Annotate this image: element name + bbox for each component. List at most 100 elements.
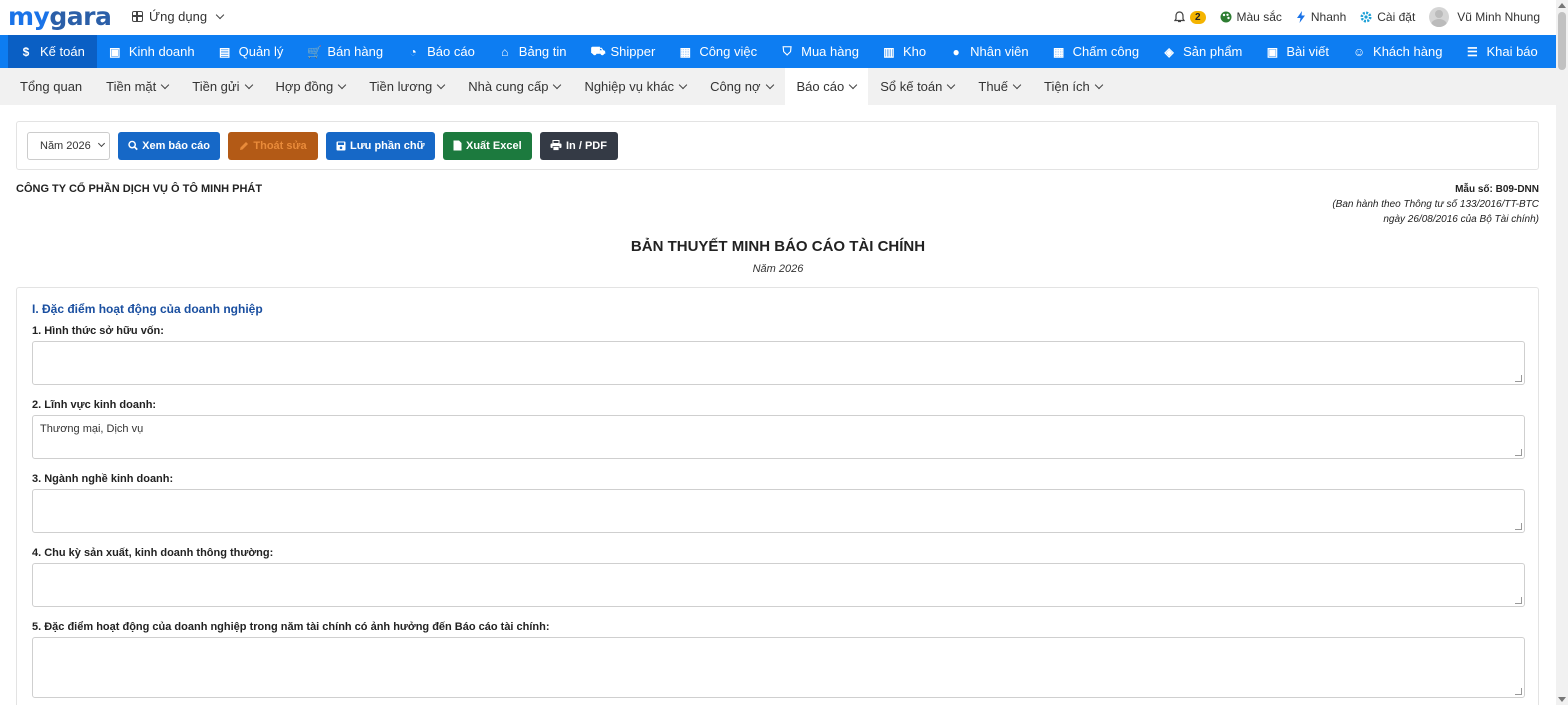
sub-nav-item[interactable]: Thuế (966, 68, 1032, 105)
sub-nav-item[interactable]: Hợp đồng (264, 68, 358, 105)
main-nav-item[interactable]: ▥ Kho (871, 35, 938, 68)
main-nav-item[interactable]: ▤ Quản lý (207, 35, 296, 68)
main-nav-item[interactable]: 🛒 Bán hàng (295, 35, 395, 68)
scroll-up-icon[interactable] (1558, 3, 1566, 8)
nav-icon: ☺ (1353, 44, 1366, 59)
file-excel-icon (453, 140, 462, 151)
save-text-button[interactable]: Lưu phần chữ (326, 131, 435, 160)
notification-badge: 2 (1189, 10, 1206, 24)
main-nav-item[interactable]: ▦ Chấm công (1041, 35, 1151, 68)
sub-nav-item[interactable]: Tiền mặt (94, 68, 180, 105)
exit-edit-button[interactable]: Thoát sửa (228, 131, 318, 160)
main-nav-item[interactable]: ⛉ Mua hàng (769, 35, 871, 68)
resize-handle-icon[interactable] (1515, 449, 1522, 456)
main-nav-item[interactable]: ⛟ Shipper (579, 35, 668, 68)
view-report-button[interactable]: Xem báo cáo (118, 131, 220, 160)
main-nav-item[interactable]: ● Nhân viên (938, 35, 1041, 68)
print-pdf-button[interactable]: In / PDF (540, 131, 618, 160)
sub-nav-label: Nghiệp vụ khác (584, 79, 675, 94)
nav-label: Nhân viên (970, 44, 1029, 59)
print-pdf-label: In / PDF (566, 139, 607, 152)
resize-handle-icon[interactable] (1515, 597, 1522, 604)
apps-menu[interactable]: Ứng dụng (132, 9, 225, 24)
resize-handle-icon[interactable] (1515, 688, 1522, 695)
export-excel-button[interactable]: Xuất Excel (443, 131, 532, 160)
nav-label: Công việc (699, 44, 758, 59)
page-scrollbar[interactable] (1556, 0, 1568, 705)
main-nav-item[interactable]: ▣ Kinh doanh (97, 35, 207, 68)
document-title: BẢN THUYẾT MINH BÁO CÁO TÀI CHÍNH (630, 238, 926, 255)
main-nav-item[interactable]: ▦ Công việc (667, 35, 769, 68)
main-nav: $ Kế toán ▣ Kinh doanh ▤ Quản lý 🛒 Bán hàng ◔ Báo… (0, 35, 1556, 68)
notifications-button[interactable]: 2 (1173, 10, 1206, 24)
save-icon (336, 141, 346, 150)
nav-label: Sản phẩm (1183, 44, 1243, 59)
business-cycle-textarea[interactable] (32, 563, 1525, 607)
sub-nav-label: Công nợ (710, 79, 761, 94)
sub-nav-item[interactable]: Tổng quan (8, 68, 94, 105)
nav-label: Quản lý (238, 44, 284, 59)
section-business-characteristics: I. Đặc điểm hoạt động của doanh nghiệp 1… (16, 287, 1539, 705)
section-title: I. Đặc điểm hoạt động của doanh nghiệp (32, 302, 263, 316)
nav-icon: ▤ (218, 44, 231, 59)
sub-nav-item[interactable]: Nghiệp vụ khác (572, 68, 698, 105)
resize-handle-icon[interactable] (1515, 375, 1522, 382)
nav-icon: ▣ (1266, 44, 1279, 59)
main-nav-item[interactable]: ☰ Khai báo (1454, 35, 1549, 68)
nav-icon: ◔ (409, 44, 417, 59)
form-number-block: Mẫu số: B09-DNN (Ban hành theo Thông tư … (1332, 182, 1539, 227)
nav-icon: $ (22, 44, 30, 59)
main-nav-item[interactable]: ▣ Bài viết (1254, 35, 1341, 68)
sub-nav-item[interactable]: Nhà cung cấp (456, 68, 572, 105)
bolt-icon (1296, 11, 1305, 23)
main-nav-item[interactable]: ⌂ Bảng tin (487, 35, 579, 68)
report-toolbar: Năm 2026 Xem báo cáo Thoát sửa Lưu phần … (16, 121, 1539, 170)
scroll-down-icon[interactable] (1558, 697, 1566, 702)
sub-nav-item[interactable]: Báo cáo (784, 68, 869, 105)
nav-icon: ⛟ (590, 43, 606, 58)
exit-edit-label: Thoát sửa (253, 139, 307, 152)
operating-characteristics-textarea[interactable] (32, 637, 1525, 698)
color-button[interactable]: Màu sắc (1220, 10, 1282, 24)
chevron-down-icon (161, 80, 170, 89)
business-field-textarea[interactable]: Thương mại, Dịch vụ (32, 415, 1525, 459)
color-label: Màu sắc (1236, 10, 1282, 24)
main-nav-item[interactable]: ◔ Báo cáo (395, 35, 487, 68)
sub-nav-item[interactable]: Tiện ích (1032, 68, 1114, 105)
sub-nav-item[interactable]: Sổ kế toán (868, 68, 966, 105)
apps-label: Ứng dụng (149, 9, 208, 24)
sub-nav-label: Nhà cung cấp (468, 79, 549, 94)
quick-button[interactable]: Nhanh (1296, 10, 1346, 24)
chevron-down-icon (215, 10, 225, 19)
sub-nav-label: Tiền gửi (192, 79, 240, 94)
resize-handle-icon[interactable] (1515, 523, 1522, 530)
chevron-down-icon (436, 80, 446, 89)
sub-nav-item[interactable]: Tiền lương (357, 68, 456, 105)
nav-label: Bán hàng (327, 44, 384, 59)
scrollbar-thumb[interactable] (1558, 12, 1566, 70)
user-menu[interactable]: Vũ Minh Nhung (1429, 7, 1540, 27)
sub-nav-item[interactable]: Công nợ (698, 68, 784, 105)
chevron-down-icon (97, 139, 105, 148)
sub-nav-label: Sổ kế toán (880, 79, 943, 94)
settings-button[interactable]: Cài đặt (1360, 10, 1415, 24)
field-label-business-cycle: 4. Chu kỳ sản xuất, kinh doanh thông thư… (32, 547, 274, 559)
business-lines-textarea[interactable] (32, 489, 1525, 533)
main-nav-item[interactable]: ◈ Sản phẩm (1151, 35, 1254, 68)
mygara-logo[interactable]: mygara (8, 3, 112, 31)
capital-ownership-textarea[interactable] (32, 341, 1525, 385)
gear-icon (1360, 11, 1372, 23)
field-label-operating-characteristics: 5. Đặc điểm hoạt động của doanh nghiệp t… (32, 621, 550, 633)
nav-icon: ◈ (1164, 44, 1174, 59)
sub-nav-item[interactable]: Tiền gửi (180, 68, 263, 105)
search-icon (128, 140, 138, 151)
year-select-value: Năm 2026 (40, 139, 91, 152)
nav-icon: ▦ (679, 44, 691, 59)
main-nav-item[interactable]: ☺ Khách hàng (1341, 35, 1454, 68)
nav-label: Kế toán (40, 44, 85, 59)
nav-label: Shipper (610, 44, 656, 59)
nav-icon: ⛉ (782, 44, 792, 58)
year-select[interactable]: Năm 2026 (27, 131, 110, 160)
main-nav-item[interactable]: $ Kế toán (8, 35, 97, 68)
field-label-business-field: 2. Lĩnh vực kinh doanh: (32, 399, 157, 411)
